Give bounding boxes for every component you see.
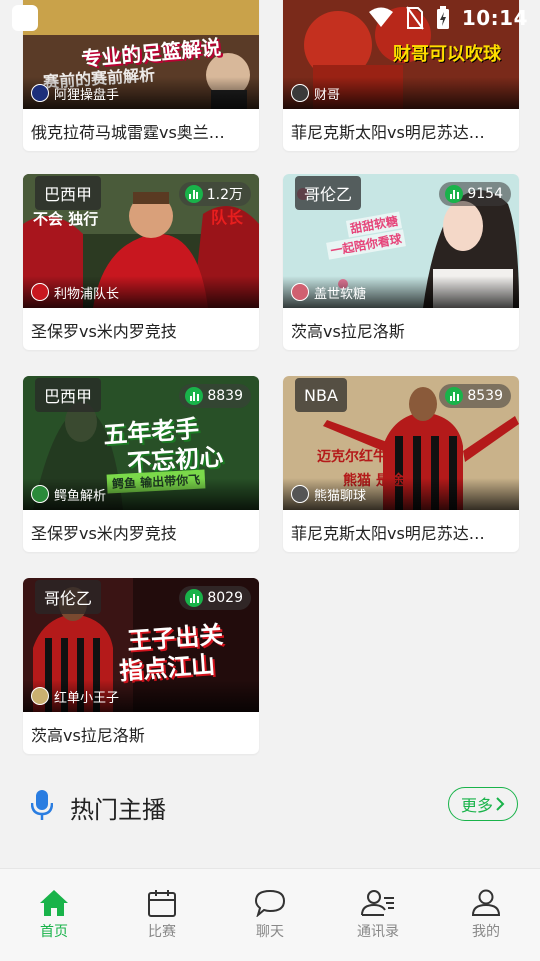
card-thumbnail: 哥伦乙 9154 甜甜软糖 一起陪你看球 盖世软糖	[283, 174, 519, 308]
host-name: 鳄鱼解析	[54, 488, 107, 504]
live-card[interactable]: 哥伦乙 9154 甜甜软糖 一起陪你看球 盖世软糖 茨高vs拉尼洛斯	[283, 174, 519, 350]
card-thumbnail: 哥伦乙 8029 王子出关 指点江山 红单小王子	[23, 578, 259, 712]
viewer-count: 8839	[179, 384, 251, 408]
category-tag: 哥伦乙	[35, 580, 102, 614]
host-avatar	[31, 84, 49, 102]
viewer-count: 8029	[179, 586, 251, 610]
chevron-right-icon	[496, 797, 505, 811]
contacts-icon	[361, 890, 394, 916]
live-bars-icon	[184, 185, 203, 203]
host-avatar	[291, 84, 309, 102]
host-avatar	[291, 283, 309, 301]
host-avatar	[31, 687, 49, 705]
host-avatar	[31, 485, 49, 503]
host-name: 红单小王子	[54, 690, 120, 706]
card-thumbnail: 巴西甲 1.2万 不会 独行 队长 利物浦队长	[23, 174, 259, 308]
battery-charging-icon	[436, 6, 449, 29]
match-title: 菲尼克斯太阳vs明尼苏达…	[291, 524, 485, 543]
host-avatar	[31, 283, 49, 301]
viewer-count-value: 8029	[207, 590, 243, 606]
wifi-icon	[368, 7, 393, 27]
poster-headline: 迈克尔红牛:	[317, 449, 393, 465]
chat-icon	[254, 889, 286, 917]
nav-label: 首页	[40, 924, 68, 940]
hot-hosts-header: 热门主播 更多	[0, 780, 540, 834]
host-info: 盖世软糖	[283, 276, 519, 308]
no-sim-icon	[406, 6, 424, 30]
category-tag: 巴西甲	[35, 176, 102, 210]
poster-subtext: 队长	[211, 208, 244, 227]
nav-item-chat[interactable]: 聊天	[216, 869, 324, 961]
host-info: 利物浦队长	[23, 276, 259, 308]
match-title: 茨高vs拉尼洛斯	[31, 726, 145, 745]
category-tag: NBA	[295, 378, 347, 412]
match-title: 圣保罗vs米内罗竞技	[31, 322, 177, 341]
category-tag: 哥伦乙	[295, 176, 362, 210]
calendar-icon	[148, 890, 176, 917]
match-title: 茨高vs拉尼洛斯	[291, 322, 405, 341]
nav-item-profile[interactable]: 我的	[432, 869, 540, 961]
bottom-nav: 首页 比赛 聊天 通讯录 我的	[0, 868, 540, 961]
card-thumbnail: NBA 8539 迈克尔红牛: 熊猫 是途! 熊猫聊球	[283, 376, 519, 510]
live-card[interactable]: 哥伦乙 8029 王子出关 指点江山 红单小王子 茨高vs拉尼洛斯	[23, 578, 259, 754]
host-name: 熊猫聊球	[314, 488, 367, 504]
more-button[interactable]: 更多	[448, 787, 518, 821]
nav-item-contacts[interactable]: 通讯录	[324, 869, 432, 961]
category-tag: 巴西甲	[35, 378, 102, 412]
host-info: 红单小王子	[23, 680, 259, 712]
live-card[interactable]: NBA 8539 迈克尔红牛: 熊猫 是途! 熊猫聊球 菲尼克斯太阳vs明尼苏达…	[283, 376, 519, 552]
live-bars-icon	[445, 185, 464, 203]
viewer-count: 9154	[439, 182, 511, 206]
live-card[interactable]: 巴西甲 8839 五年老手 不忘初心 鳄鱼 输出带你飞 鳄鱼解析 圣保罗vs米内…	[23, 376, 259, 552]
match-title: 菲尼克斯太阳vs明尼苏达…	[291, 123, 485, 142]
host-info: 财哥	[283, 77, 519, 109]
host-name: 财哥	[314, 87, 341, 103]
viewer-count-value: 8539	[467, 388, 503, 404]
live-card[interactable]: 巴西甲 1.2万 不会 独行 队长 利物浦队长 圣保罗vs米内罗竞技	[23, 174, 259, 350]
poster-headline: 财哥可以吹球	[393, 44, 501, 65]
host-info: 阿狸操盘手	[23, 77, 259, 109]
viewer-count: 8539	[439, 384, 511, 408]
viewer-count-value: 8839	[207, 388, 243, 404]
status-bar: 10:14	[0, 0, 540, 36]
nav-label: 我的	[472, 924, 500, 940]
nav-label: 通讯录	[357, 924, 399, 940]
match-title: 圣保罗vs米内罗竞技	[31, 524, 177, 543]
host-name: 阿狸操盘手	[54, 87, 120, 103]
viewer-count: 1.2万	[178, 182, 251, 206]
microphone-icon	[31, 790, 53, 820]
nav-item-home[interactable]: 首页	[0, 869, 108, 961]
host-info: 熊猫聊球	[283, 478, 519, 510]
live-bars-icon	[185, 589, 204, 607]
app-notification-icon	[12, 5, 38, 31]
viewer-count-value: 1.2万	[206, 187, 243, 203]
card-thumbnail: 巴西甲 8839 五年老手 不忘初心 鳄鱼 输出带你飞 鳄鱼解析	[23, 376, 259, 510]
host-avatar	[291, 485, 309, 503]
match-title: 俄克拉荷马城雷霆vs奥兰…	[31, 123, 225, 142]
home-icon	[40, 890, 68, 916]
nav-label: 比赛	[148, 924, 176, 940]
profile-icon	[471, 889, 501, 916]
host-info: 鳄鱼解析	[23, 478, 259, 510]
live-bars-icon	[445, 387, 464, 405]
more-button-label: 更多	[460, 796, 493, 815]
section-title: 热门主播	[70, 796, 166, 824]
nav-label: 聊天	[256, 924, 284, 940]
live-bars-icon	[185, 387, 204, 405]
nav-item-matches[interactable]: 比赛	[108, 869, 216, 961]
poster-headline: 不会 独行	[33, 210, 99, 228]
host-name: 利物浦队长	[54, 286, 120, 302]
clock: 10:14	[461, 6, 528, 30]
viewer-count-value: 9154	[467, 186, 503, 202]
host-name: 盖世软糖	[314, 286, 367, 302]
